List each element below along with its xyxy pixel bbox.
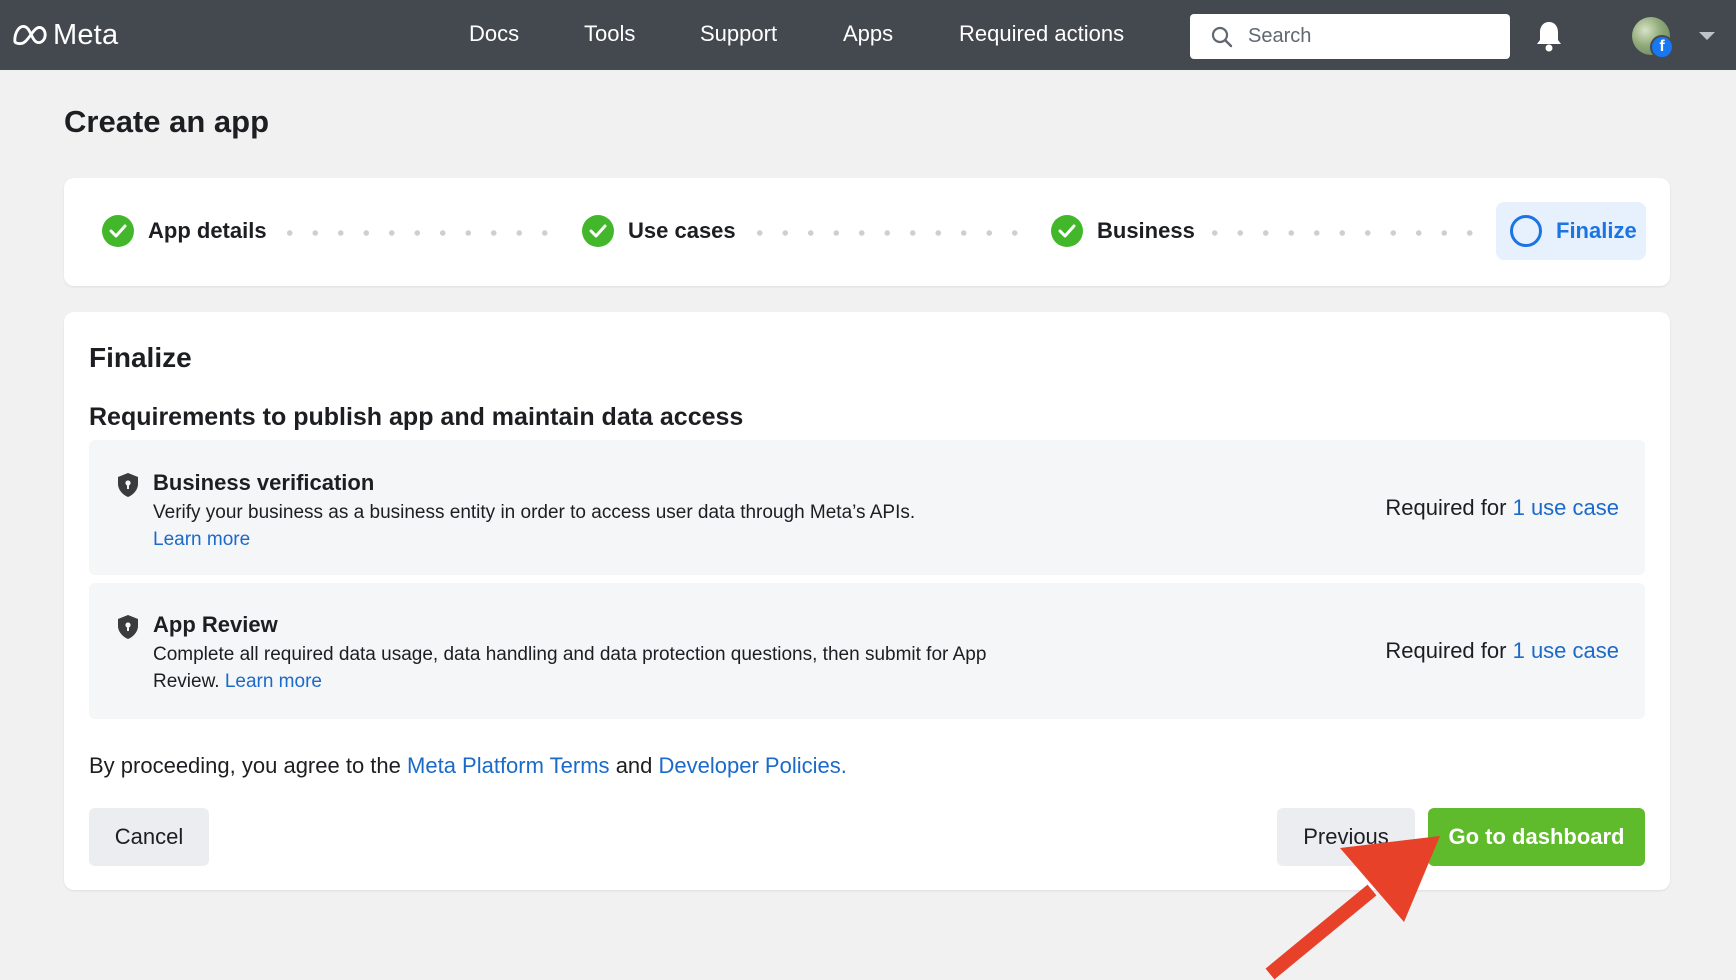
step-label: Use cases (628, 218, 736, 243)
facebook-badge-icon: f (1650, 35, 1674, 59)
agree-and: and (615, 753, 653, 778)
step-app-details[interactable]: App details (102, 215, 267, 247)
meta-logo-icon (13, 25, 47, 45)
learn-more-link[interactable]: Learn more (225, 671, 322, 692)
nav-docs[interactable]: Docs (469, 21, 519, 47)
nav-required-actions[interactable]: Required actions (959, 21, 1124, 47)
previous-button[interactable]: Previous (1277, 808, 1415, 866)
required-for-label: Required for (1385, 638, 1507, 663)
current-step-icon (1510, 215, 1542, 247)
finalize-card: Finalize Requirements to publish app and… (64, 312, 1670, 890)
check-icon (582, 215, 614, 247)
required-for-label: Required for (1385, 495, 1507, 520)
cancel-button[interactable]: Cancel (89, 808, 209, 866)
step-connector (747, 230, 1037, 236)
requirement-app-review: App Review Complete all required data us… (89, 583, 1645, 719)
step-label: Business (1097, 218, 1195, 243)
logo-text: Meta (53, 18, 119, 51)
requirement-business-verification: Business verification Verify your busine… (89, 440, 1645, 575)
learn-more-link[interactable]: Learn more (153, 529, 250, 550)
required-for: Required for 1 use case (1385, 495, 1619, 521)
nav-apps[interactable]: Apps (843, 21, 893, 47)
search-icon (1211, 26, 1233, 47)
card-title: Finalize (89, 342, 192, 373)
use-case-link[interactable]: 1 use case (1513, 495, 1619, 520)
requirement-description-text: Verify your business as a business entit… (153, 502, 916, 523)
developer-policies-link[interactable]: Developer Policies. (659, 753, 847, 778)
search-input[interactable] (1248, 25, 1508, 48)
check-icon (102, 215, 134, 247)
requirement-description: Verify your business as a business entit… (153, 499, 1053, 553)
step-business[interactable]: Business (1051, 215, 1195, 247)
step-finalize[interactable]: Finalize (1496, 202, 1646, 260)
section-title: Requirements to publish app and maintain… (89, 403, 744, 431)
go-to-dashboard-button[interactable]: Go to dashboard (1428, 808, 1645, 866)
step-connector (1202, 230, 1492, 236)
top-navigation-bar: Meta Docs Tools Support Apps Required ac… (0, 0, 1736, 70)
step-connector (277, 230, 557, 236)
nav-support[interactable]: Support (700, 21, 777, 47)
shield-icon (118, 473, 138, 497)
requirement-title: Business verification (153, 470, 375, 495)
stepper: App details Use cases Business Finalize (64, 178, 1670, 286)
meta-logo[interactable]: Meta (11, 18, 118, 52)
required-for: Required for 1 use case (1385, 638, 1619, 664)
meta-platform-terms-link[interactable]: Meta Platform Terms (407, 753, 610, 778)
terms-agreement: By proceeding, you agree to the Meta Pla… (89, 753, 847, 779)
shield-icon (118, 615, 138, 639)
step-label: Finalize (1556, 218, 1637, 243)
nav-tools[interactable]: Tools (584, 21, 635, 47)
chevron-down-icon[interactable] (1699, 32, 1715, 40)
bell-icon[interactable] (1533, 19, 1565, 53)
use-case-link[interactable]: 1 use case (1513, 638, 1619, 663)
check-icon (1051, 215, 1083, 247)
requirement-description: Complete all required data usage, data h… (153, 641, 1013, 695)
requirement-title: App Review (153, 612, 278, 637)
step-label: App details (148, 218, 267, 243)
page-title: Create an app (64, 104, 270, 139)
search-box[interactable] (1190, 14, 1510, 59)
step-use-cases[interactable]: Use cases (582, 215, 736, 247)
agree-prefix: By proceeding, you agree to the (89, 753, 401, 778)
